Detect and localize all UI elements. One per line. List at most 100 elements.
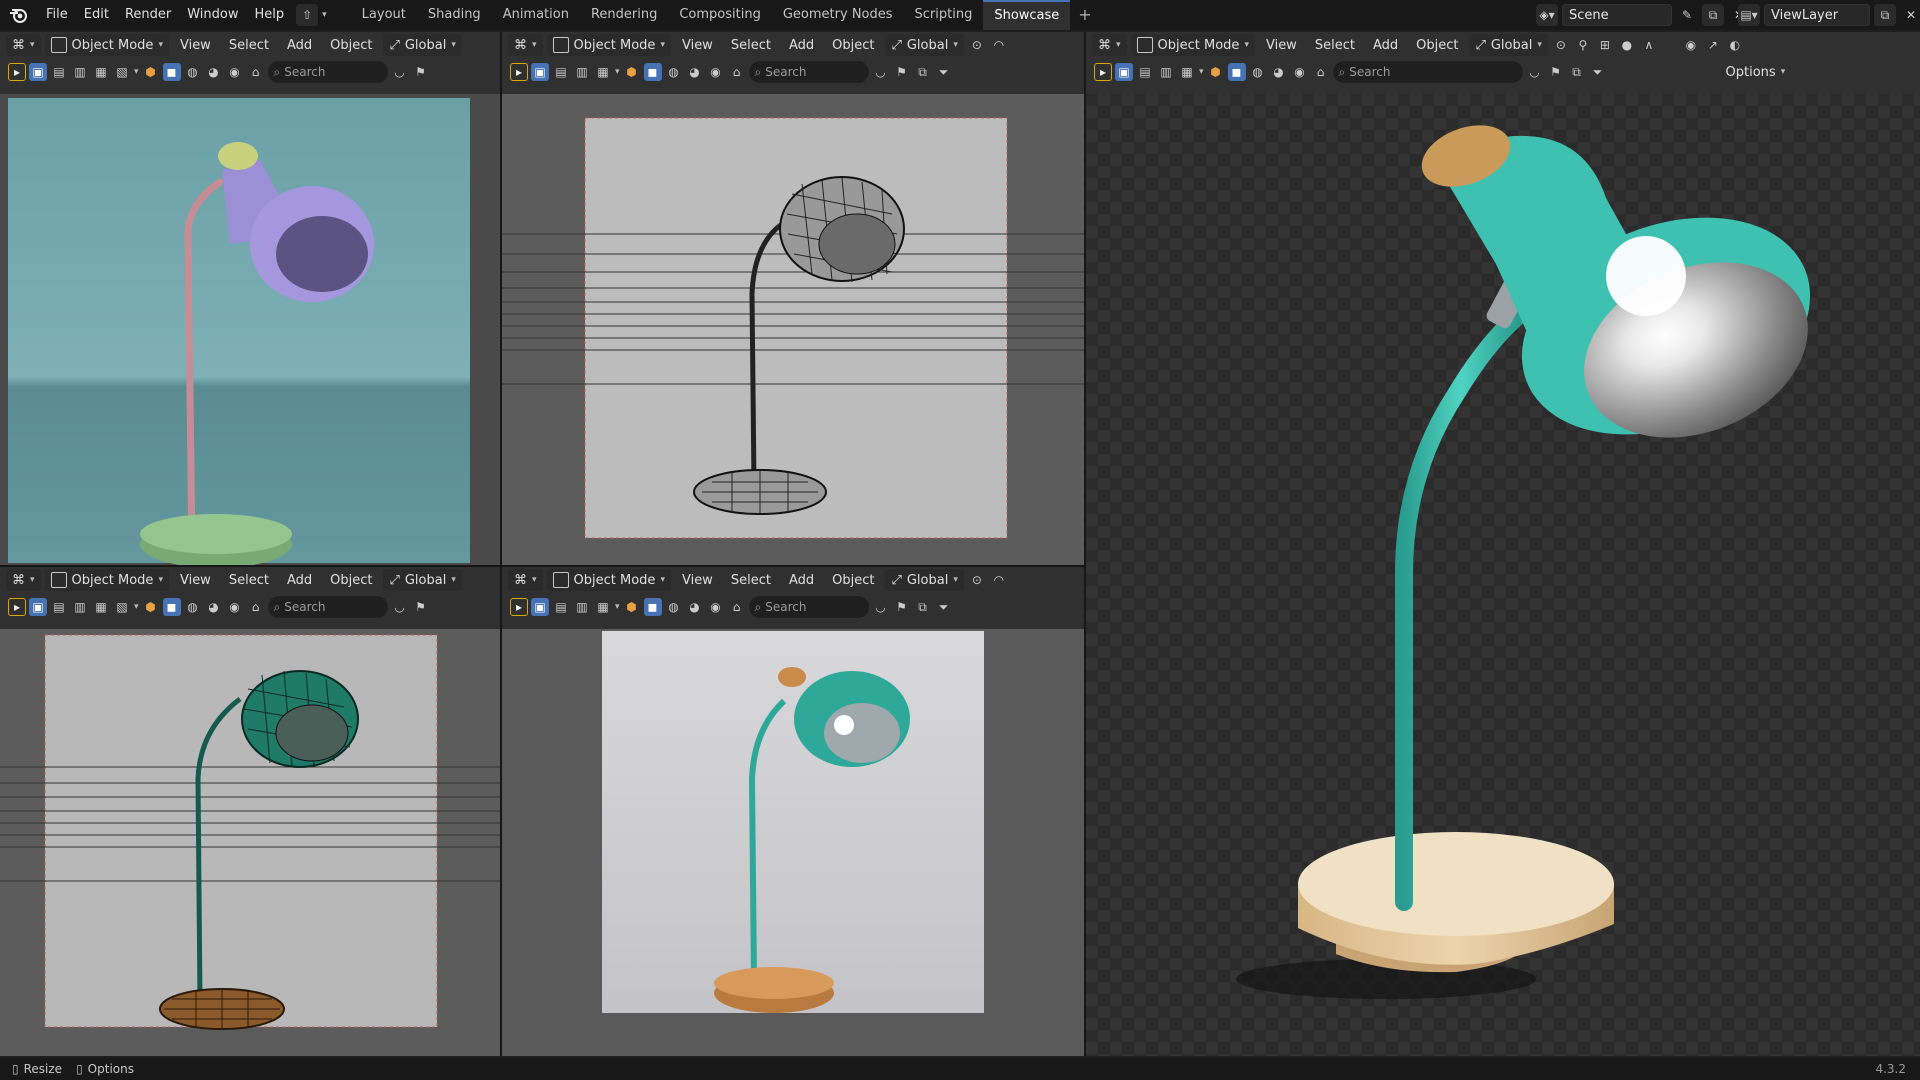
snap-icon[interactable]: ⊙ — [968, 36, 986, 54]
search-input[interactable]: ⌕ Search — [267, 61, 388, 83]
solid-shading-icon[interactable]: ◼ — [162, 598, 181, 616]
new-viewlayer-icon[interactable]: ⧉ — [1874, 4, 1896, 26]
editor-type-button[interactable]: ⌘ ▾ — [508, 569, 543, 591]
mode-dropdown[interactable]: Object Mode ▾ — [546, 34, 671, 56]
menu-view[interactable]: View — [173, 38, 218, 53]
bookmark-icon[interactable]: ⚑ — [412, 598, 430, 616]
select-box-icon[interactable]: ▣ — [1115, 63, 1133, 81]
wireframe-shading-icon[interactable]: ◍ — [665, 598, 683, 616]
viewport-canvas[interactable] — [1086, 94, 1920, 1056]
tab-showcase[interactable]: Showcase — [983, 0, 1071, 30]
viewport-canvas[interactable] — [0, 94, 500, 565]
search-input[interactable]: ⌕ Search — [267, 596, 388, 618]
menu-help[interactable]: Help — [247, 0, 293, 30]
mode-dropdown[interactable]: Object Mode ▾ — [44, 569, 169, 591]
camera-icon[interactable]: ⌂ — [728, 598, 746, 616]
editor-type-button[interactable]: ⌘ ▾ — [1092, 34, 1127, 56]
viewport-right[interactable]: ⌘ ▾ Object Mode ▾ View Select Add Object ⤢… — [1086, 32, 1920, 1056]
menu-add[interactable]: Add — [280, 38, 319, 53]
mode-dropdown[interactable]: Object Mode ▾ — [546, 569, 671, 591]
color-icon[interactable]: ⬢ — [623, 63, 641, 81]
menu-view[interactable]: View — [173, 573, 218, 588]
menu-object[interactable]: Object — [825, 573, 881, 588]
select-box-icon[interactable]: ▣ — [29, 63, 47, 81]
transform-orientation-dropdown[interactable]: ⤢ Global ▾ — [885, 34, 964, 56]
area-divider-horizontal[interactable] — [0, 565, 1084, 567]
wireframe-shading-icon[interactable]: ◍ — [665, 63, 683, 81]
menu-object[interactable]: Object — [1409, 38, 1465, 53]
gizmo-icon[interactable]: ↗ — [1704, 36, 1722, 54]
snap-target-icon[interactable]: ⊞ — [1596, 36, 1614, 54]
overlay-icon[interactable]: ⧉ — [914, 598, 932, 616]
select-extend-icon[interactable]: ▤ — [50, 63, 68, 81]
filter-icon[interactable]: ◡ — [872, 63, 890, 81]
area-divider-vertical-2[interactable] — [1084, 32, 1086, 1056]
camera-icon[interactable]: ⌂ — [728, 63, 746, 81]
menu-object[interactable]: Object — [323, 38, 379, 53]
add-workspace-icon[interactable]: + — [1070, 0, 1099, 30]
chevron-down-icon[interactable]: ▾ — [134, 67, 139, 77]
viewport-top-left[interactable]: ⌘ ▾ Object Mode ▾ View Select Add Object ⤢… — [0, 32, 500, 565]
select-box-icon[interactable]: ▣ — [531, 63, 549, 81]
menu-view[interactable]: View — [675, 573, 720, 588]
filter-icon[interactable]: ◡ — [1526, 63, 1544, 81]
material-shading-icon[interactable]: ◕ — [686, 63, 704, 81]
rendered-shading-icon[interactable]: ◉ — [226, 598, 244, 616]
viewlayer-icon[interactable]: ▤▾ — [1738, 4, 1760, 26]
menu-select[interactable]: Select — [222, 38, 276, 53]
menu-add[interactable]: Add — [782, 38, 821, 53]
select-invert-icon[interactable]: ▦ — [92, 63, 110, 81]
material-shading-icon[interactable]: ◕ — [205, 598, 223, 616]
color-icon[interactable]: ⬢ — [1207, 63, 1225, 81]
transform-orientation-dropdown[interactable]: ⤢ Global ▾ — [885, 569, 964, 591]
tab-scripting[interactable]: Scripting — [904, 0, 984, 30]
filter-icon[interactable]: ◡ — [391, 63, 409, 81]
solid-shading-icon[interactable]: ◼ — [643, 63, 662, 81]
menu-add[interactable]: Add — [280, 573, 319, 588]
transform-orientation-dropdown[interactable]: ⤢ Global ▾ — [383, 34, 462, 56]
funnel-icon[interactable]: ⏷ — [1589, 63, 1607, 81]
wireframe-shading-icon[interactable]: ◍ — [1249, 63, 1267, 81]
proportional-editing-icon[interactable]: ◠ — [990, 571, 1008, 589]
snap-icon[interactable]: ⚲ — [1574, 36, 1592, 54]
select-invert-icon[interactable]: ▦ — [594, 63, 612, 81]
select-intersect-icon[interactable]: ▧ — [113, 598, 131, 616]
viewport-bottom-middle[interactable]: ⌘ ▾ Object Mode ▾ View Select Add Object ⤢… — [502, 567, 1084, 1056]
filter-icon[interactable]: ◡ — [872, 598, 890, 616]
options-dropdown[interactable]: Options ▾ — [1720, 61, 1792, 83]
mode-dropdown[interactable]: Object Mode ▾ — [1130, 34, 1255, 56]
camera-icon[interactable]: ⌂ — [1312, 63, 1330, 81]
overlay-icon[interactable]: ⧉ — [914, 63, 932, 81]
scene-icon[interactable]: ◈▾ — [1536, 4, 1558, 26]
tab-shading[interactable]: Shading — [417, 0, 492, 30]
bookmark-icon[interactable]: ⚑ — [893, 598, 911, 616]
menu-add[interactable]: Add — [1366, 38, 1405, 53]
menu-add[interactable]: Add — [782, 573, 821, 588]
menu-render[interactable]: Render — [117, 0, 179, 30]
rendered-shading-icon[interactable]: ◉ — [226, 63, 244, 81]
select-invert-icon[interactable]: ▦ — [1178, 63, 1196, 81]
select-tool-icon[interactable]: ▸ — [1094, 63, 1112, 81]
solid-shading-icon[interactable]: ◼ — [643, 598, 662, 616]
rendered-shading-icon[interactable]: ◉ — [707, 63, 725, 81]
funnel-icon[interactable]: ⏷ — [935, 63, 953, 81]
menu-object[interactable]: Object — [323, 573, 379, 588]
bookmark-icon[interactable]: ⚑ — [893, 63, 911, 81]
transform-orientation-dropdown[interactable]: ⤢ Global ▾ — [383, 569, 462, 591]
color-icon[interactable]: ⬢ — [623, 598, 641, 616]
tab-geometry-nodes[interactable]: Geometry Nodes — [772, 0, 904, 30]
select-subtract-icon[interactable]: ▥ — [71, 63, 89, 81]
material-shading-icon[interactable]: ◕ — [1270, 63, 1288, 81]
select-intersect-icon[interactable]: ▧ — [113, 63, 131, 81]
overlay-icon[interactable]: ◐ — [1726, 36, 1744, 54]
select-subtract-icon[interactable]: ▥ — [71, 598, 89, 616]
tab-compositing[interactable]: Compositing — [668, 0, 772, 30]
viewport-canvas[interactable] — [0, 629, 500, 1056]
snap-icon[interactable]: ⊙ — [968, 571, 986, 589]
select-extend-icon[interactable]: ▤ — [1136, 63, 1154, 81]
camera-icon[interactable]: ⌂ — [247, 63, 265, 81]
area-divider-vertical-1[interactable] — [500, 32, 502, 1056]
select-extend-icon[interactable]: ▤ — [552, 63, 570, 81]
proportional-editing-icon[interactable]: ◠ — [990, 36, 1008, 54]
menu-edit[interactable]: Edit — [76, 0, 117, 30]
